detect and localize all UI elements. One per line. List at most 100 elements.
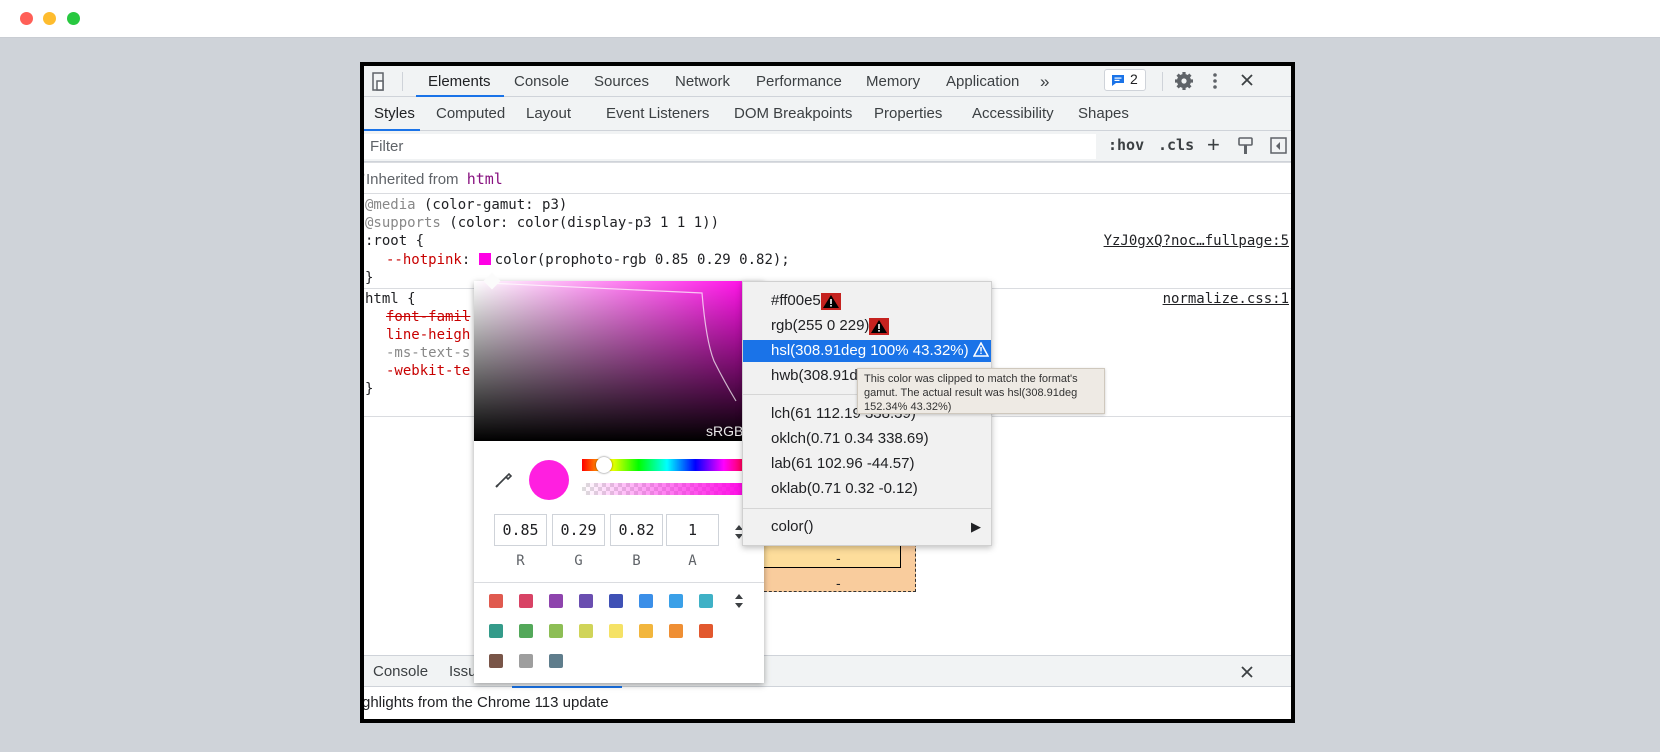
media-keyword: @media — [365, 197, 416, 213]
menu-item-hsl[interactable]: hsl(308.91deg 100% 43.32%) — [743, 340, 991, 362]
palette-swatch[interactable] — [549, 624, 563, 638]
hotpink-declaration[interactable]: --hotpink: color(prophoto-rgb 0.85 0.29 … — [386, 251, 790, 269]
border-value[interactable]: - — [836, 550, 841, 566]
tab-memory[interactable]: Memory — [866, 66, 920, 97]
palette-swatch[interactable] — [699, 594, 713, 608]
tab-performance[interactable]: Performance — [756, 66, 842, 97]
inherited-from-header: Inherited from html — [366, 168, 503, 190]
more-options-icon[interactable] — [1212, 71, 1218, 94]
palette-swatch[interactable] — [609, 594, 623, 608]
warning-icon — [820, 292, 841, 310]
line-height-declaration[interactable]: line-heigh — [386, 326, 470, 344]
tab-elements[interactable]: Elements — [428, 66, 491, 97]
palette-swatch[interactable] — [519, 624, 533, 638]
palette-swatch[interactable] — [489, 624, 503, 638]
menu-item-label: hsl(308.91deg 100% 43.32%) — [771, 342, 969, 359]
tab-event-listeners[interactable]: Event Listeners — [606, 97, 709, 131]
palette-swatch[interactable] — [579, 624, 593, 638]
hotpink-property: --hotpink — [386, 252, 462, 268]
tab-dom-breakpoints[interactable]: DOM Breakpoints — [734, 97, 852, 131]
palette-swatch[interactable] — [519, 594, 533, 608]
inherited-element-link[interactable]: html — [467, 170, 503, 188]
red-input[interactable]: 0.85 — [494, 514, 547, 546]
palette-swatch[interactable] — [639, 594, 653, 608]
html-source-link[interactable]: normalize.css:1 — [1163, 290, 1289, 308]
root-source-link[interactable]: YzJ0gxQ?noc…fullpage:5 — [1104, 232, 1289, 250]
issues-count: 2 — [1130, 71, 1138, 87]
green-input[interactable]: 0.29 — [552, 514, 605, 546]
tab-console[interactable]: Console — [514, 66, 569, 97]
gamut-clip-tooltip: This color was clipped to match the form… — [857, 368, 1105, 414]
font-family-declaration[interactable]: font-famil — [386, 308, 470, 326]
filter-input[interactable]: Filter — [364, 134, 1096, 159]
palette-swatch[interactable] — [579, 594, 593, 608]
window-titlebar — [0, 0, 1660, 38]
cls-toggle[interactable]: .cls — [1158, 136, 1194, 154]
root-selector[interactable]: :root { — [365, 232, 424, 250]
more-tabs-button[interactable]: » — [1040, 66, 1049, 97]
divider — [364, 162, 1291, 163]
palette-swatch[interactable] — [549, 654, 563, 668]
gamut-boundary-line — [487, 282, 737, 402]
palette-swatch[interactable] — [609, 624, 623, 638]
tab-network[interactable]: Network — [675, 66, 730, 97]
new-style-rule-button[interactable]: + — [1207, 132, 1220, 158]
paint-brush-icon[interactable] — [1238, 137, 1254, 158]
red-label: R — [516, 553, 525, 569]
drawer-tab-issues[interactable]: Issu — [449, 656, 477, 688]
ms-text-size-declaration[interactable]: -ms-text-s — [386, 344, 470, 362]
submenu-arrow-icon: ▶ — [971, 519, 981, 534]
margin-value[interactable]: - — [836, 575, 841, 591]
media-query: (color-gamut: p3) — [415, 197, 568, 213]
palette-swatch[interactable] — [639, 624, 653, 638]
palette-swatch[interactable] — [669, 594, 683, 608]
close-devtools-icon[interactable] — [1240, 73, 1254, 90]
tab-computed[interactable]: Computed — [436, 97, 505, 131]
close-brace: } — [365, 381, 374, 397]
webkit-text-size-declaration[interactable]: -webkit-te — [386, 362, 470, 380]
tab-application[interactable]: Application — [946, 66, 1019, 97]
hov-toggle[interactable]: :hov — [1108, 136, 1144, 154]
palette-swatch[interactable] — [669, 624, 683, 638]
menu-item-oklab[interactable]: oklab(0.71 0.32 -0.12) — [743, 478, 991, 500]
drawer-tab-console[interactable]: Console — [373, 656, 428, 688]
palette-switcher-icon[interactable] — [734, 593, 744, 612]
issues-badge[interactable]: 2 — [1104, 69, 1146, 91]
device-toolbar-icon[interactable] — [372, 72, 388, 91]
whats-new-headline: ghlights from the Chrome 113 update — [362, 694, 609, 711]
palette-swatch[interactable] — [549, 594, 563, 608]
toggle-sidebar-icon[interactable] — [1270, 137, 1288, 158]
gamut-label: sRGB — [706, 423, 744, 439]
blue-input[interactable]: 0.82 — [610, 514, 663, 546]
warning-icon — [869, 317, 890, 335]
tab-properties[interactable]: Properties — [874, 97, 942, 131]
settings-gear-icon[interactable] — [1174, 71, 1194, 94]
tab-accessibility[interactable]: Accessibility — [972, 97, 1054, 131]
palette-swatch[interactable] — [519, 654, 533, 668]
zoom-window-button[interactable] — [67, 12, 80, 25]
supports-keyword: @supports — [365, 215, 441, 231]
menu-item-rgb[interactable]: rgb(255 0 229) — [743, 315, 991, 337]
tab-layout[interactable]: Layout — [526, 97, 571, 131]
html-selector[interactable]: html { — [365, 290, 416, 308]
minimize-window-button[interactable] — [43, 12, 56, 25]
color-picker: sRGB 0.85 0.29 0.82 1 R G B A — [474, 272, 764, 683]
hue-slider-handle[interactable] — [596, 457, 613, 473]
tab-sources[interactable]: Sources — [594, 66, 649, 97]
tab-styles[interactable]: Styles — [374, 97, 415, 131]
palette-swatch[interactable] — [699, 624, 713, 638]
palette-swatch[interactable] — [489, 594, 503, 608]
menu-item-hex[interactable]: #ff00e5 — [743, 290, 991, 312]
close-window-button[interactable] — [20, 12, 33, 25]
tab-shapes[interactable]: Shapes — [1078, 97, 1129, 131]
menu-item-lab[interactable]: lab(61 102.96 -44.57) — [743, 453, 991, 475]
menu-item-color-function[interactable]: color() — [743, 516, 991, 538]
menu-item-oklch[interactable]: oklch(0.71 0.34 338.69) — [743, 428, 991, 450]
colon: : — [461, 252, 479, 268]
close-drawer-icon[interactable] — [1240, 665, 1254, 682]
palette-swatch[interactable] — [489, 654, 503, 668]
alpha-input[interactable]: 1 — [666, 514, 719, 546]
eyedropper-icon[interactable] — [494, 469, 514, 492]
color-swatch[interactable] — [478, 253, 491, 265]
alpha-slider[interactable] — [582, 483, 752, 495]
